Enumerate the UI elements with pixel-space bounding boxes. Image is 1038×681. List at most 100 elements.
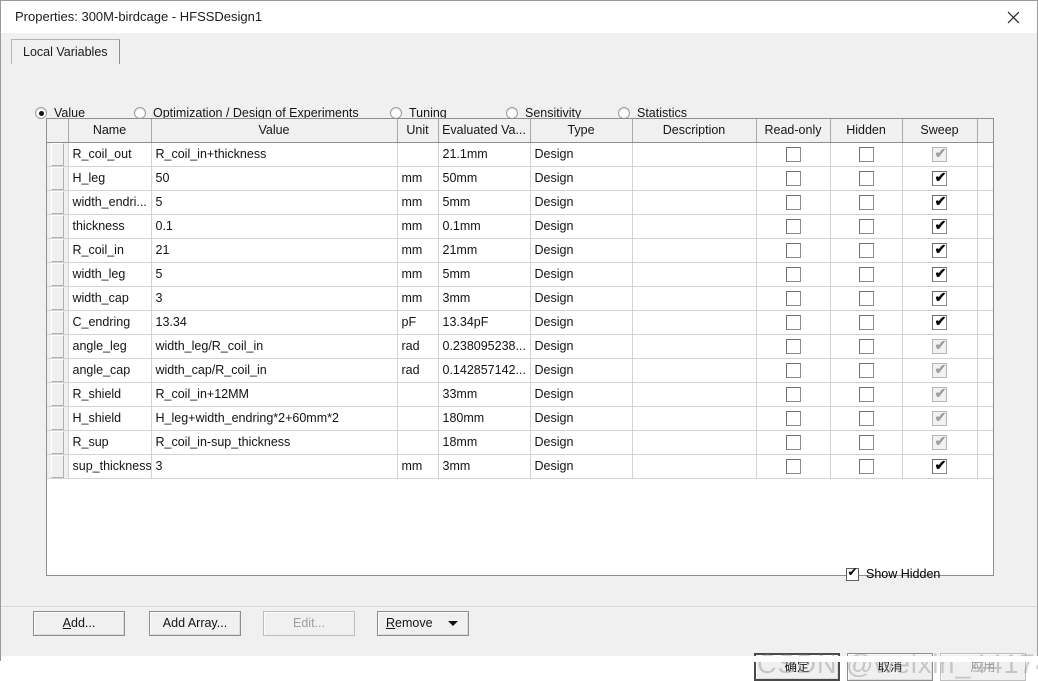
- add-array-button[interactable]: Add Array...: [149, 611, 241, 636]
- cell-evaluated[interactable]: 180mm: [438, 406, 531, 431]
- checkbox-icon[interactable]: [785, 170, 801, 186]
- cell-value[interactable]: 0.1: [151, 214, 398, 239]
- cell-sweep[interactable]: ✔: [902, 166, 978, 191]
- cell-hidden[interactable]: [830, 382, 903, 407]
- col-header-sweep[interactable]: Sweep: [902, 119, 978, 143]
- cell-value[interactable]: 5: [151, 190, 398, 215]
- chevron-down-icon[interactable]: [448, 621, 458, 626]
- cell-readonly[interactable]: [756, 310, 831, 335]
- cell-readonly[interactable]: [756, 286, 831, 311]
- cell-type[interactable]: Design: [530, 310, 633, 335]
- cell-hidden[interactable]: [830, 166, 903, 191]
- cell-hidden[interactable]: [830, 190, 903, 215]
- cell-sweep[interactable]: ✔: [902, 358, 978, 383]
- cell-name[interactable]: angle_leg: [68, 334, 152, 359]
- cell-value[interactable]: R_coil_in+12MM: [151, 382, 398, 407]
- row-selector[interactable]: [47, 214, 69, 239]
- cell-sweep[interactable]: ✔: [902, 310, 978, 335]
- cell-readonly[interactable]: [756, 382, 831, 407]
- table-row[interactable]: R_coil_out R_coil_in+thickness 21.1mm Desig…: [47, 142, 993, 167]
- row-selector[interactable]: [47, 190, 69, 215]
- cell-hidden[interactable]: [830, 214, 903, 239]
- cell-unit[interactable]: mm: [397, 286, 439, 311]
- cell-name[interactable]: width_endri...: [68, 190, 152, 215]
- cell-value[interactable]: width_leg/R_coil_in: [151, 334, 398, 359]
- cell-evaluated[interactable]: 0.142857142...: [438, 358, 531, 383]
- checkbox-icon[interactable]: ✔: [932, 289, 947, 306]
- cell-name[interactable]: angle_cap: [68, 358, 152, 383]
- row-selector[interactable]: [47, 286, 69, 311]
- checkbox-icon[interactable]: ✔: [932, 241, 947, 258]
- cell-readonly[interactable]: [756, 358, 831, 383]
- cell-unit[interactable]: [397, 382, 439, 407]
- cell-unit[interactable]: [397, 430, 439, 455]
- cell-readonly[interactable]: [756, 454, 831, 479]
- col-header-unit[interactable]: Unit: [397, 119, 439, 143]
- cell-name[interactable]: R_shield: [68, 382, 152, 407]
- cell-value[interactable]: 21: [151, 238, 398, 263]
- cell-name[interactable]: R_coil_out: [68, 142, 152, 167]
- table-row[interactable]: H_shield H_leg+width_endring*2+60mm*2 180m…: [47, 406, 993, 431]
- checkbox-icon[interactable]: ✔: [932, 217, 947, 234]
- row-selector[interactable]: [47, 430, 69, 455]
- checkbox-icon[interactable]: [858, 362, 874, 378]
- cell-sweep[interactable]: ✔: [902, 214, 978, 239]
- checkbox-icon[interactable]: [858, 410, 874, 426]
- cell-value[interactable]: R_coil_in-sup_thickness: [151, 430, 398, 455]
- cell-sweep[interactable]: ✔: [902, 406, 978, 431]
- cell-description[interactable]: [632, 262, 757, 287]
- cell-unit[interactable]: rad: [397, 334, 439, 359]
- table-row[interactable]: C_endring 13.34 pF 13.34pF Design ✔: [47, 310, 993, 335]
- cell-evaluated[interactable]: 5mm: [438, 262, 531, 287]
- cell-hidden[interactable]: [830, 430, 903, 455]
- cell-sweep[interactable]: ✔: [902, 190, 978, 215]
- cell-description[interactable]: [632, 454, 757, 479]
- cell-readonly[interactable]: [756, 166, 831, 191]
- checkbox-icon[interactable]: [858, 266, 874, 282]
- tab-local-variables[interactable]: Local Variables: [11, 39, 120, 64]
- cell-hidden[interactable]: [830, 454, 903, 479]
- cell-name[interactable]: width_leg: [68, 262, 152, 287]
- cell-value[interactable]: H_leg+width_endring*2+60mm*2: [151, 406, 398, 431]
- cell-value[interactable]: width_cap/R_coil_in: [151, 358, 398, 383]
- checkbox-icon[interactable]: [858, 290, 874, 306]
- checkbox-icon[interactable]: [785, 146, 801, 162]
- cell-unit[interactable]: [397, 406, 439, 431]
- row-selector[interactable]: [47, 358, 69, 383]
- remove-button[interactable]: Remove: [377, 611, 469, 636]
- cell-value[interactable]: 3: [151, 454, 398, 479]
- cell-description[interactable]: [632, 334, 757, 359]
- cell-readonly[interactable]: [756, 334, 831, 359]
- cell-hidden[interactable]: [830, 262, 903, 287]
- cell-description[interactable]: [632, 382, 757, 407]
- cell-hidden[interactable]: [830, 142, 903, 167]
- row-selector[interactable]: [47, 406, 69, 431]
- table-row[interactable]: R_sup R_coil_in-sup_thickness 18mm Design ✔: [47, 430, 993, 455]
- checkbox-icon[interactable]: [785, 266, 801, 282]
- row-selector[interactable]: [47, 238, 69, 263]
- table-row[interactable]: angle_leg width_leg/R_coil_in rad 0.2380952…: [47, 334, 993, 359]
- cell-sweep[interactable]: ✔: [902, 454, 978, 479]
- cell-type[interactable]: Design: [530, 190, 633, 215]
- table-row[interactable]: width_leg 5 mm 5mm Design ✔: [47, 262, 993, 287]
- checkbox-icon[interactable]: [785, 290, 801, 306]
- cell-description[interactable]: [632, 430, 757, 455]
- cell-value[interactable]: 13.34: [151, 310, 398, 335]
- cell-unit[interactable]: mm: [397, 238, 439, 263]
- row-selector[interactable]: [47, 454, 69, 479]
- cell-evaluated[interactable]: 3mm: [438, 454, 531, 479]
- cell-sweep[interactable]: ✔: [902, 286, 978, 311]
- checkbox-icon[interactable]: [858, 314, 874, 330]
- cell-sweep[interactable]: ✔: [902, 238, 978, 263]
- checkbox-icon[interactable]: [858, 242, 874, 258]
- checkbox-icon[interactable]: ✔: [932, 193, 947, 210]
- cell-name[interactable]: H_shield: [68, 406, 152, 431]
- cell-name[interactable]: sup_thickness: [68, 454, 152, 479]
- cell-name[interactable]: C_endring: [68, 310, 152, 335]
- cell-readonly[interactable]: [756, 406, 831, 431]
- cell-name[interactable]: R_sup: [68, 430, 152, 455]
- checkbox-icon[interactable]: [785, 458, 801, 474]
- col-header-value[interactable]: Value: [151, 119, 398, 143]
- cell-evaluated[interactable]: 5mm: [438, 190, 531, 215]
- cell-unit[interactable]: mm: [397, 190, 439, 215]
